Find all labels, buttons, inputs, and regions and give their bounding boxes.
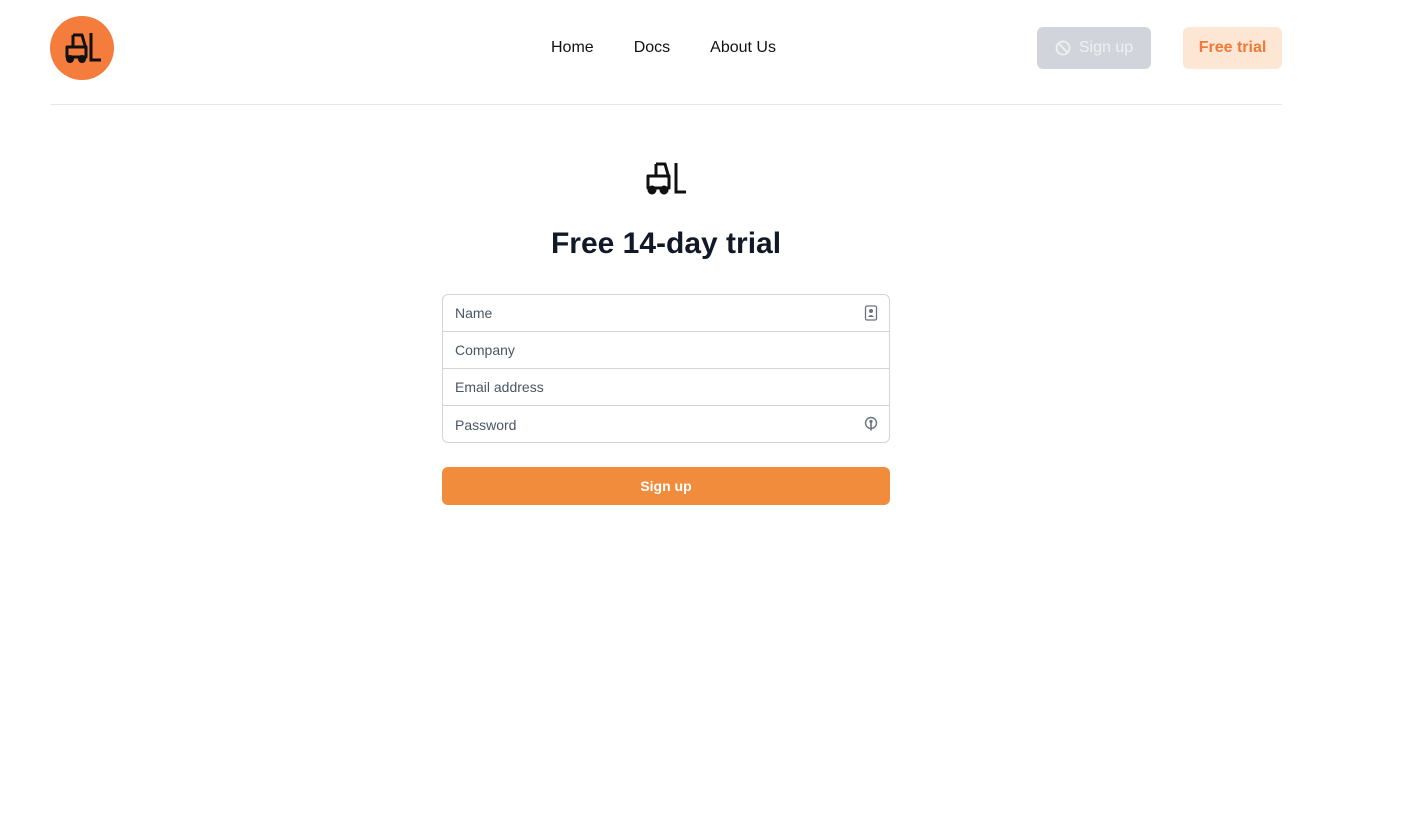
key-icon xyxy=(864,416,878,431)
password-field-wrapper xyxy=(443,406,889,442)
signup-form xyxy=(442,294,890,443)
password-input[interactable] xyxy=(443,406,889,442)
company-field-wrapper xyxy=(443,332,889,369)
name-input[interactable] xyxy=(443,295,889,331)
contact-card-icon xyxy=(864,305,878,321)
page-title: Free 14-day trial xyxy=(550,227,782,260)
header-signup-label: Sign up xyxy=(1078,39,1134,56)
email-input[interactable] xyxy=(443,369,889,405)
forklift-icon xyxy=(646,162,686,195)
email-field-wrapper xyxy=(443,369,889,406)
nav-home-link[interactable]: Home xyxy=(551,38,594,58)
name-field-wrapper xyxy=(443,295,889,332)
nav-docs-link[interactable]: Docs xyxy=(634,38,670,58)
nav-about-us-link[interactable]: About Us xyxy=(710,38,776,58)
forklift-icon xyxy=(65,33,101,63)
company-input[interactable] xyxy=(443,332,889,368)
submit-signup-button[interactable]: Sign up xyxy=(442,467,890,505)
main-nav: Home Docs About Us xyxy=(551,38,776,58)
ban-icon xyxy=(1055,40,1071,56)
logo[interactable] xyxy=(50,16,114,80)
free-trial-button[interactable]: Free trial xyxy=(1183,27,1282,69)
site-header: Home Docs About Us Sign up Free trial xyxy=(50,0,1282,105)
header-signup-button[interactable]: Sign up xyxy=(1037,27,1151,69)
